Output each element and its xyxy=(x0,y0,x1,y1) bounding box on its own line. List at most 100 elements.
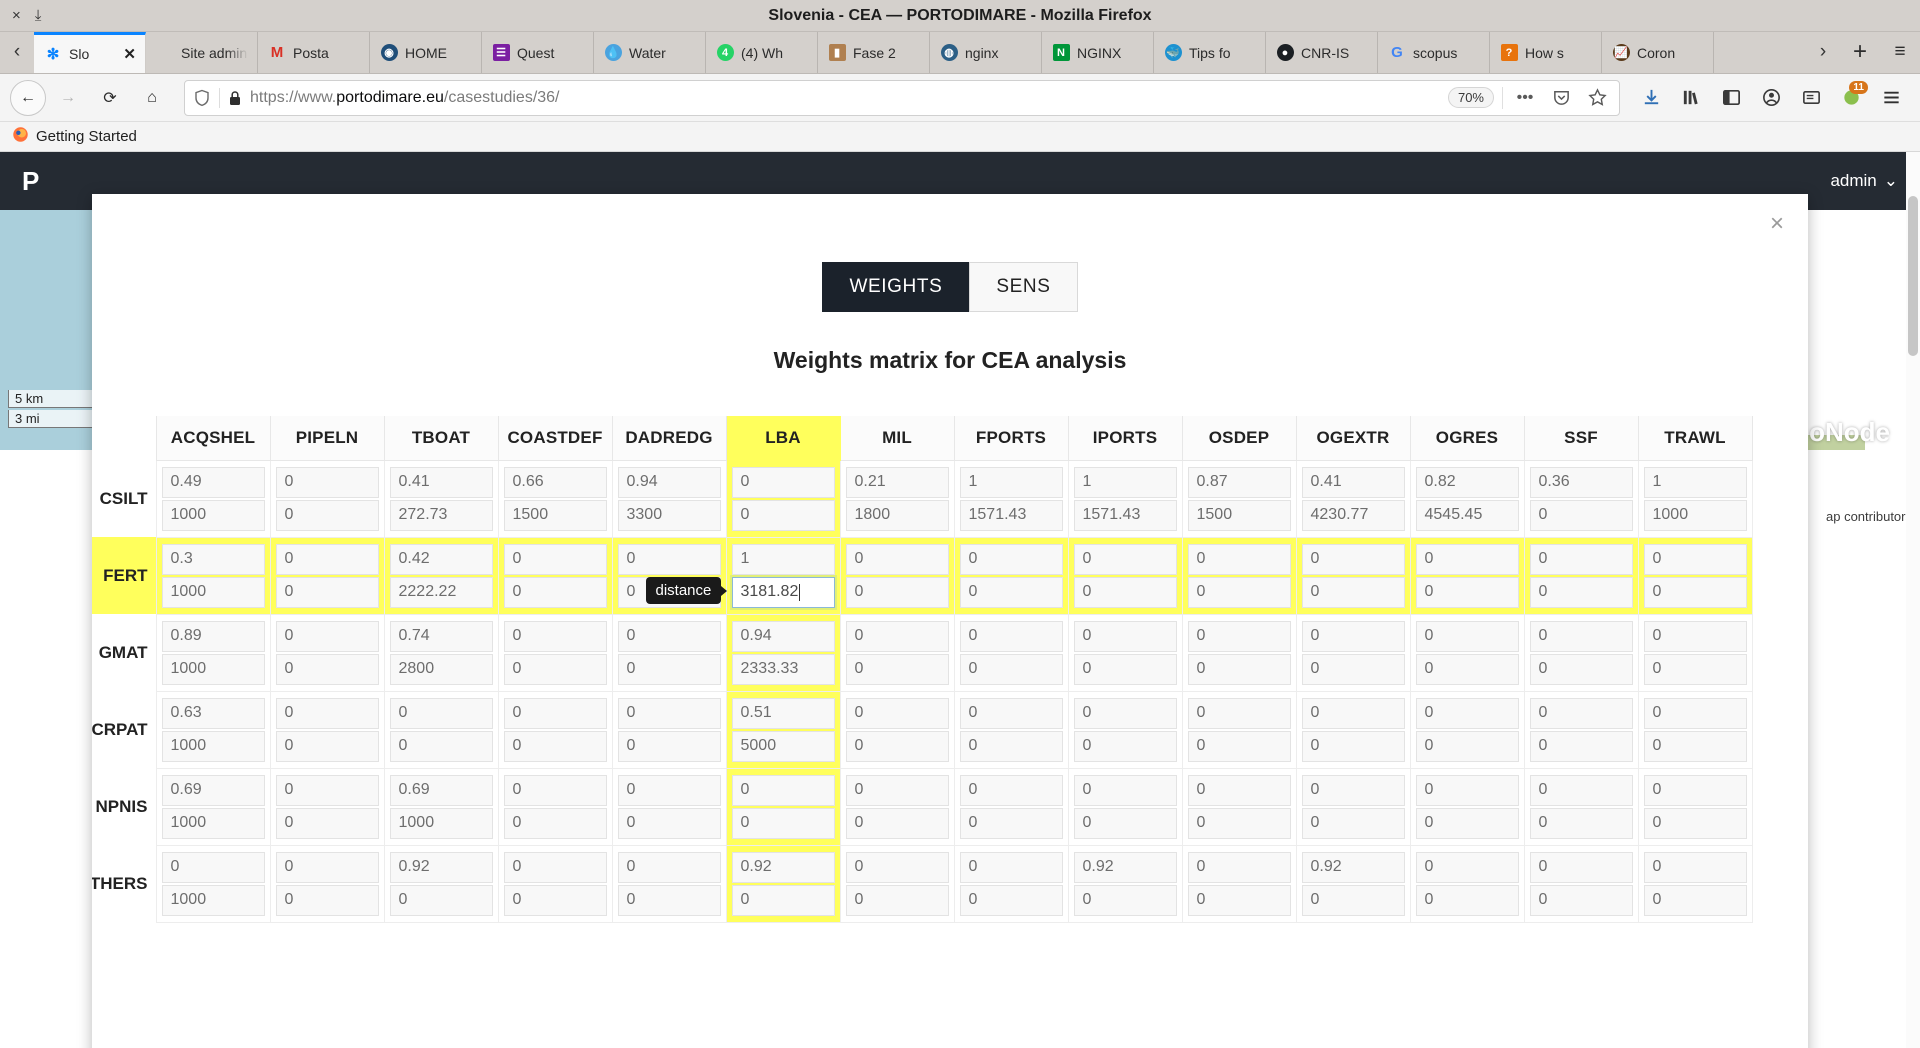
distance-input[interactable]: 0 xyxy=(1529,807,1633,839)
weight-input[interactable]: 0 xyxy=(845,774,949,806)
tracking-protection-shield-icon[interactable] xyxy=(193,89,211,107)
distance-input[interactable]: 0 xyxy=(275,807,379,839)
distance-input[interactable]: 0 xyxy=(503,730,607,762)
weight-input[interactable]: 0 xyxy=(1643,543,1747,575)
site-brand[interactable]: P xyxy=(22,166,40,197)
distance-input[interactable]: 1800 xyxy=(845,499,949,531)
distance-input[interactable]: 0 xyxy=(1643,653,1747,685)
reload-button[interactable]: ⟳ xyxy=(90,80,130,116)
weight-input[interactable]: 0.87 xyxy=(1187,466,1291,498)
weight-input[interactable]: 0 xyxy=(959,543,1063,575)
distance-input[interactable]: 1000 xyxy=(161,730,265,762)
distance-input[interactable]: 0 xyxy=(275,653,379,685)
weight-input[interactable]: 0 xyxy=(617,851,721,883)
weight-input[interactable]: 0 xyxy=(503,774,607,806)
home-button[interactable]: ⌂ xyxy=(132,80,172,116)
matrix-scroll-area[interactable]: ACQSHEL PIPELN TBOAT COASTDEF DADREDG LBA MIL F… xyxy=(92,416,1808,931)
distance-input[interactable]: 0 xyxy=(1643,884,1747,916)
browser-tab-9[interactable]: N NGINX xyxy=(1042,32,1154,73)
distance-input[interactable]: 0 xyxy=(1301,884,1405,916)
distance-input[interactable]: 0 xyxy=(1187,807,1291,839)
weight-input[interactable]: 1 xyxy=(1073,466,1177,498)
distance-input[interactable]: 0 xyxy=(959,730,1063,762)
distance-input[interactable]: 0 xyxy=(617,653,721,685)
weight-input[interactable]: 0 xyxy=(1073,774,1177,806)
weight-input[interactable]: 0 xyxy=(731,466,835,498)
distance-input[interactable]: 0 xyxy=(275,730,379,762)
weight-input[interactable]: 0.63 xyxy=(161,697,265,729)
weight-input[interactable]: 0 xyxy=(1415,543,1519,575)
distance-input[interactable]: 0 xyxy=(1187,653,1291,685)
weight-input[interactable]: 0.92 xyxy=(1301,851,1405,883)
distance-input[interactable]: 0 xyxy=(1529,499,1633,531)
weight-input[interactable]: 0 xyxy=(1529,697,1633,729)
weight-input[interactable]: 0 xyxy=(1529,620,1633,652)
distance-input[interactable]: 0 xyxy=(1301,576,1405,608)
distance-input[interactable]: 0 xyxy=(1529,884,1633,916)
weight-input[interactable]: 0.36 xyxy=(1529,466,1633,498)
weight-input[interactable]: 0 xyxy=(1643,620,1747,652)
weight-input[interactable]: 0 xyxy=(1301,543,1405,575)
weight-input[interactable]: 0.74 xyxy=(389,620,493,652)
weight-input[interactable]: 0 xyxy=(1643,851,1747,883)
weight-input[interactable]: 0 xyxy=(275,851,379,883)
weight-input[interactable]: 0.69 xyxy=(161,774,265,806)
distance-input[interactable]: 0 xyxy=(275,884,379,916)
distance-input[interactable]: 0 xyxy=(959,576,1063,608)
distance-input[interactable]: 0 xyxy=(1187,730,1291,762)
weight-input[interactable]: 0.42 xyxy=(389,543,493,575)
weight-input[interactable]: 0.82 xyxy=(1415,466,1519,498)
browser-tab-5[interactable]: 💧 Water xyxy=(594,32,706,73)
weight-input[interactable]: 0 xyxy=(959,851,1063,883)
weight-input[interactable]: 0.69 xyxy=(389,774,493,806)
weight-input[interactable]: 0 xyxy=(845,697,949,729)
distance-input[interactable]: 0 xyxy=(503,807,607,839)
sidebar-button[interactable] xyxy=(1712,80,1750,116)
distance-input[interactable]: 1000 xyxy=(161,576,265,608)
weight-input[interactable]: 0 xyxy=(1187,774,1291,806)
weight-input[interactable]: 0 xyxy=(1529,774,1633,806)
weight-input[interactable]: 0 xyxy=(1415,774,1519,806)
distance-input[interactable]: 0 xyxy=(1415,807,1519,839)
weight-input[interactable]: 0.94 xyxy=(731,620,835,652)
weight-input[interactable]: 0 xyxy=(1073,543,1177,575)
distance-input[interactable]: 0 xyxy=(617,884,721,916)
weight-input[interactable]: 0 xyxy=(845,543,949,575)
downloads-button[interactable] xyxy=(1632,80,1670,116)
weight-input[interactable]: 0 xyxy=(1073,697,1177,729)
distance-input[interactable]: 0 xyxy=(617,730,721,762)
library-button[interactable] xyxy=(1672,80,1710,116)
weight-input[interactable]: 0 xyxy=(1187,543,1291,575)
forward-button[interactable]: → xyxy=(48,80,88,116)
weight-input[interactable]: 0 xyxy=(959,697,1063,729)
browser-tab-6[interactable]: 4 (4) Wh xyxy=(706,32,818,73)
weight-input[interactable]: 0 xyxy=(503,851,607,883)
distance-input[interactable]: 0 xyxy=(845,576,949,608)
distance-input[interactable]: 0 xyxy=(1073,576,1177,608)
distance-input[interactable]: 0 xyxy=(1415,884,1519,916)
distance-input[interactable]: 0 xyxy=(845,653,949,685)
weight-input[interactable]: 0 xyxy=(1643,697,1747,729)
browser-tab-1[interactable]: Site admin xyxy=(146,32,258,73)
weight-input[interactable]: 0 xyxy=(1415,620,1519,652)
weight-input[interactable]: 0 xyxy=(503,620,607,652)
browser-tab-2[interactable]: M Posta xyxy=(258,32,370,73)
weight-input[interactable]: 0.92 xyxy=(389,851,493,883)
distance-input[interactable]: 0 xyxy=(959,884,1063,916)
close-icon[interactable]: × xyxy=(1770,212,1784,236)
browser-tab-12[interactable]: Gscopus xyxy=(1378,32,1490,73)
bookmark-star-icon[interactable] xyxy=(1583,88,1611,107)
distance-input[interactable]: 0 xyxy=(389,730,493,762)
weight-input[interactable]: 0 xyxy=(275,697,379,729)
reader-mode-button[interactable] xyxy=(1792,80,1830,116)
weight-input[interactable]: 0 xyxy=(503,697,607,729)
distance-input[interactable]: 0 xyxy=(503,576,607,608)
address-bar[interactable]: https://www.portodimare.eu/casestudies/3… xyxy=(184,79,1620,116)
browser-tab-14[interactable]: 📈 Coron xyxy=(1602,32,1714,73)
distance-input[interactable]: 0 xyxy=(1187,576,1291,608)
tab-close-icon[interactable]: ✕ xyxy=(123,45,136,63)
weight-input[interactable]: 0.41 xyxy=(1301,466,1405,498)
weight-input[interactable]: 0 xyxy=(1643,774,1747,806)
weight-input[interactable]: 0 xyxy=(959,620,1063,652)
distance-input[interactable]: 1000 xyxy=(1643,499,1747,531)
